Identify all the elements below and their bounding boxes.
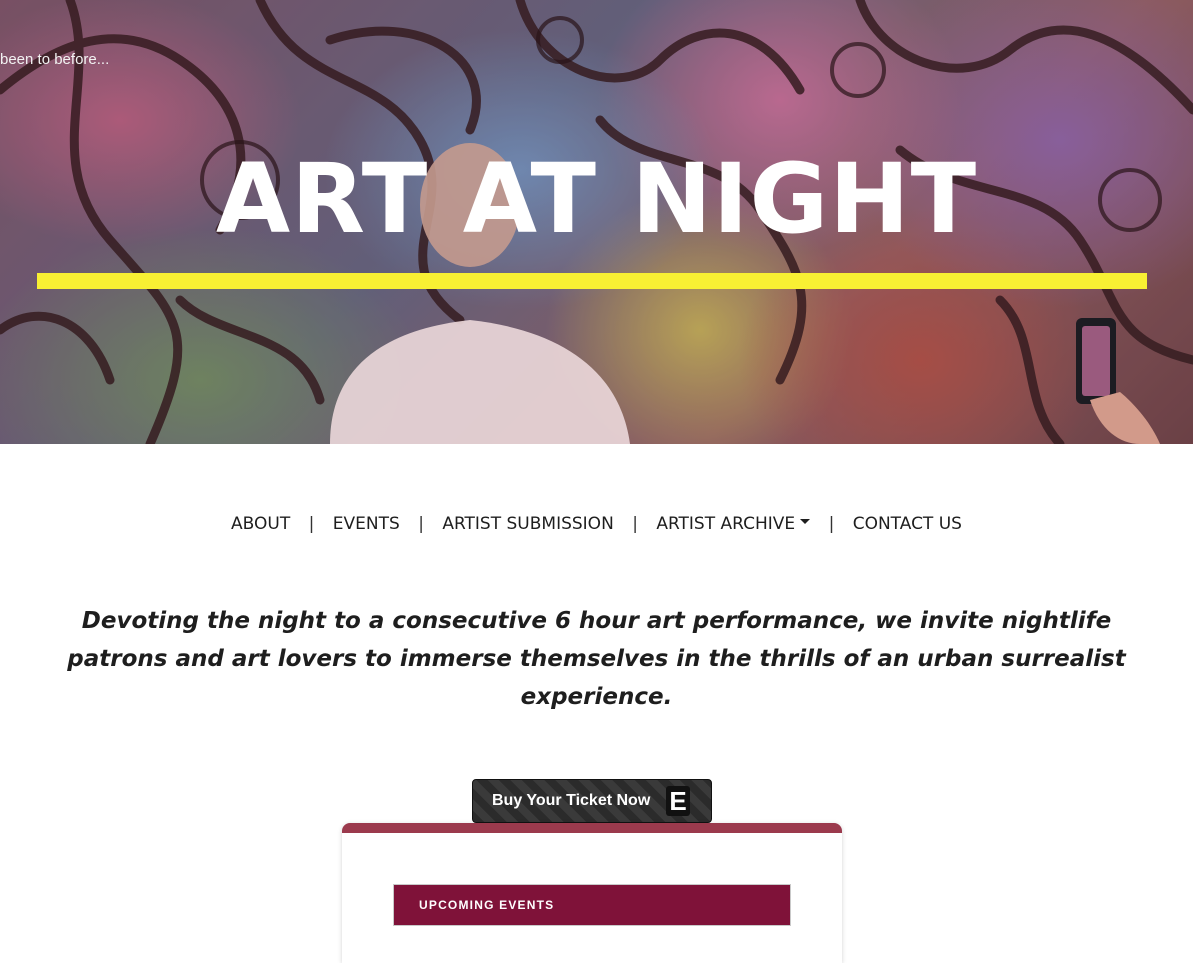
nav-separator: | <box>418 514 424 534</box>
intro-statement: Devoting the night to a consecutive 6 ho… <box>67 608 1126 710</box>
hero-tagline: been to before... <box>0 51 110 68</box>
main-navigation: ABOUT | EVENTS | ARTIST SUBMISSION | ART… <box>0 514 1193 534</box>
nav-separator: | <box>308 514 315 534</box>
nav-item-events[interactable]: EVENTS <box>333 514 400 534</box>
nav-separator: | <box>828 514 835 534</box>
eventbrite-icon: E <box>666 786 690 816</box>
nav-item-artist-archive[interactable]: ARTIST ARCHIVE <box>656 514 811 534</box>
title-underline <box>37 273 1147 289</box>
events-card: UPCOMING EVENTS <box>342 823 842 963</box>
hero-banner: been to before... ART AT NIGHT <box>0 0 1193 444</box>
buy-ticket-button[interactable]: Buy Your Ticket Now E <box>472 779 712 823</box>
nav-item-artist-archive-label: ARTIST ARCHIVE <box>656 514 796 534</box>
buy-ticket-label: Buy Your Ticket Now <box>492 792 651 809</box>
upcoming-events-title: UPCOMING EVENTS <box>419 898 555 912</box>
nav-item-contact-us[interactable]: CONTACT US <box>853 514 962 534</box>
nav-separator: | <box>632 514 638 534</box>
caret-down-icon <box>800 518 811 524</box>
nav-item-about[interactable]: ABOUT <box>231 514 290 534</box>
site-title: ART AT NIGHT <box>215 143 978 255</box>
upcoming-events-header: UPCOMING EVENTS <box>393 884 791 926</box>
nav-item-artist-submission[interactable]: ARTIST SUBMISSION <box>442 514 613 534</box>
